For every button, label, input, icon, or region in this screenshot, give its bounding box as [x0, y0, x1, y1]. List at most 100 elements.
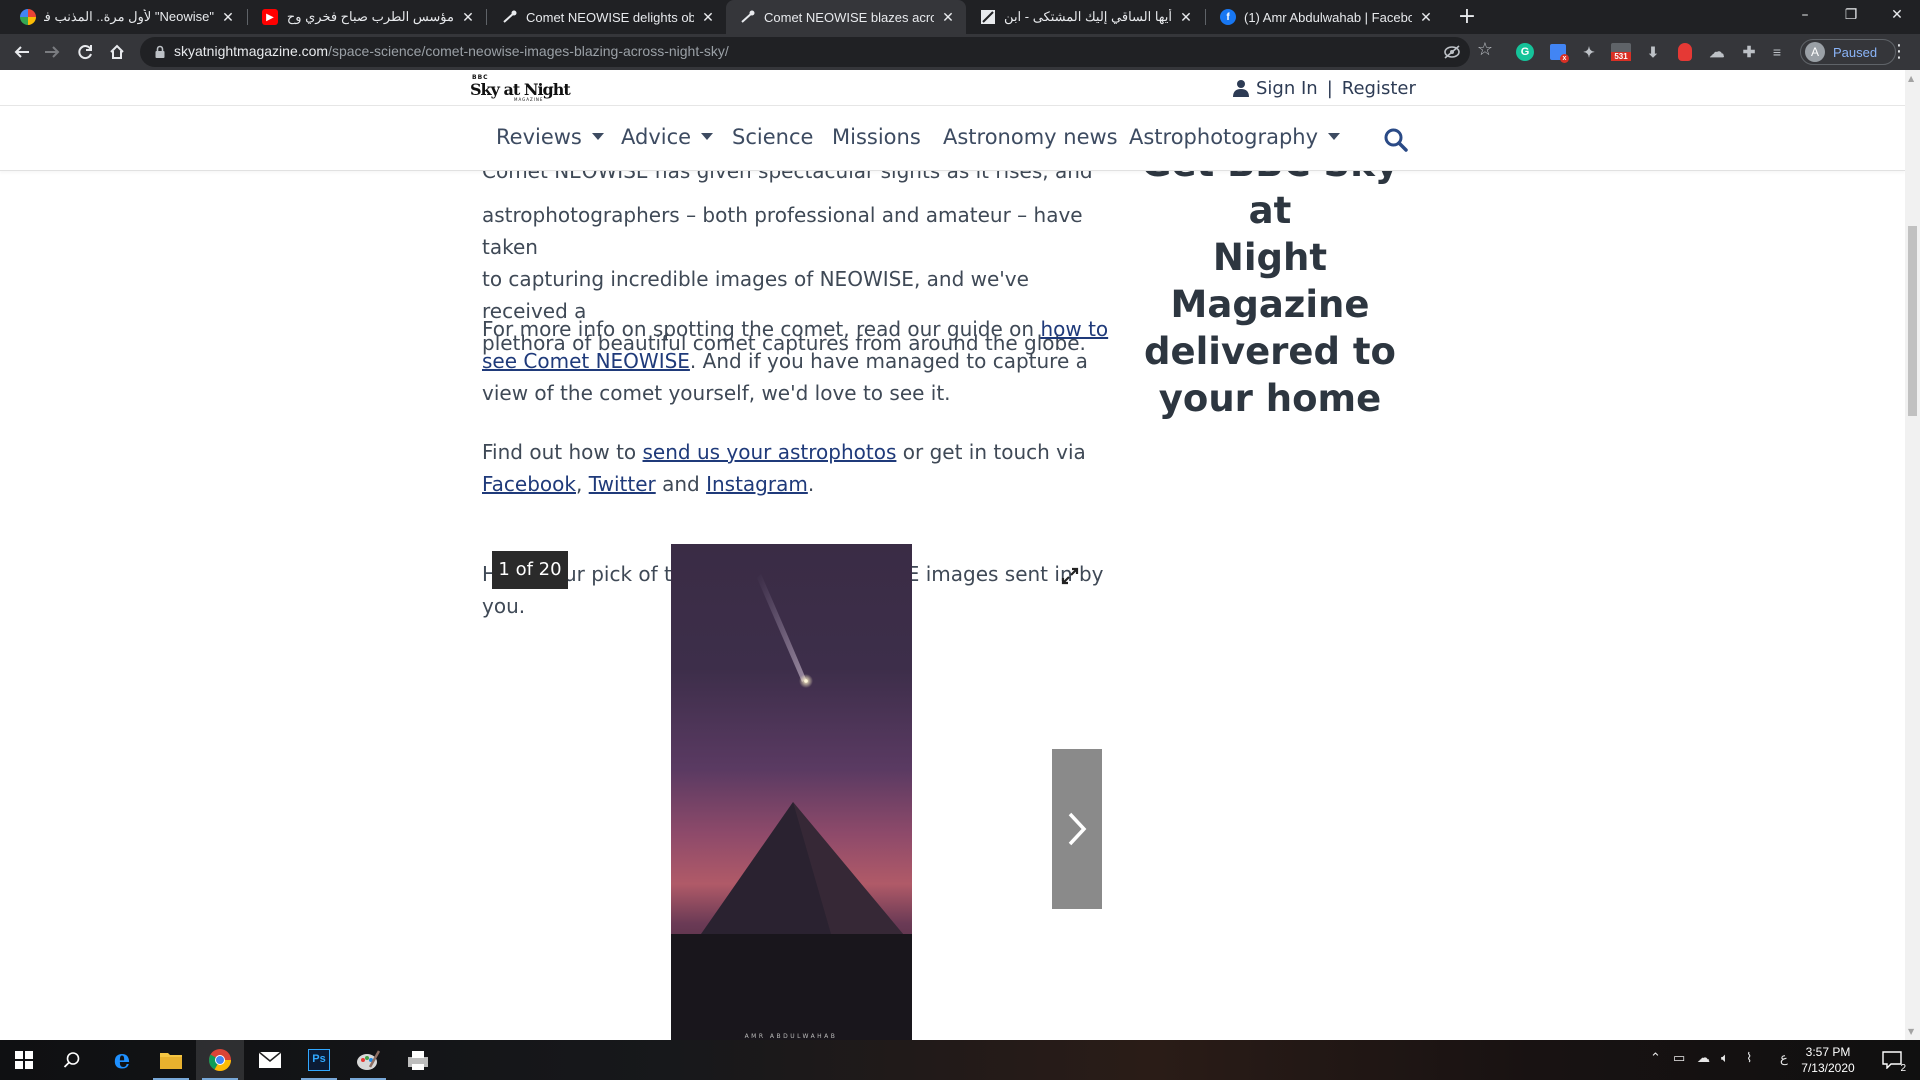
onedrive-cloud-icon[interactable]: ☁: [1697, 1050, 1710, 1066]
nav-item-missions[interactable]: Missions: [832, 125, 921, 149]
dropbox-extension-icon[interactable]: ✦: [1578, 41, 1600, 63]
chevron-right-icon: [1068, 812, 1087, 846]
close-tab-icon[interactable]: ✕: [220, 9, 236, 26]
nav-item-science[interactable]: Science: [732, 125, 813, 149]
close-tab-icon[interactable]: ✕: [460, 9, 476, 26]
extensions-puzzle-icon[interactable]: ✚: [1738, 41, 1760, 63]
photo-credit: AMR ABDULWAHAB: [745, 1033, 838, 1040]
close-tab-icon[interactable]: ✕: [1178, 9, 1194, 26]
tab-comet-delights[interactable]: Comet NEOWISE delights observ ✕: [488, 0, 726, 34]
scroll-up-icon[interactable]: ▲: [1908, 74, 1914, 83]
register-link[interactable]: Register: [1342, 78, 1416, 99]
expand-fullscreen-icon[interactable]: [1060, 566, 1080, 586]
promo-line: Magazine: [1170, 283, 1370, 326]
nav-item-reviews[interactable]: Reviews: [496, 125, 604, 149]
paragraph-text: and: [655, 472, 707, 496]
scroll-down-icon[interactable]: ▼: [1908, 1027, 1914, 1036]
start-windows-icon[interactable]: [0, 1040, 48, 1080]
sidebar-promo-clip: Get BBC Sky at Night Magazine delivered …: [1130, 171, 1410, 471]
lock-icon[interactable]: [152, 44, 168, 60]
article-paragraph-partial: Comet NEOWISE has given spectacular sigh…: [482, 169, 1093, 183]
comet-favicon-icon: [740, 9, 756, 25]
tab-facebook[interactable]: f (1) Amr Abdulwahab | Facebook ✕: [1206, 0, 1444, 34]
tab-arabic-poem[interactable]: أيها الساقي إليك المشتكى - ابن زه ✕: [966, 0, 1204, 34]
tracking-blocked-icon[interactable]: [1442, 42, 1462, 62]
tab-neowise-arabic[interactable]: "Neowise" لأول مرة.. المذنب في س ✕: [6, 0, 246, 34]
chrome-browser-icon[interactable]: [196, 1040, 244, 1080]
close-tab-icon[interactable]: ✕: [940, 9, 956, 26]
gallery-next-button[interactable]: [1052, 749, 1102, 909]
restore-window-icon[interactable]: ❐: [1828, 0, 1874, 30]
main-navigation: Reviews Advice Science Missions Astronom…: [0, 107, 1905, 171]
download-extension-icon[interactable]: ⬇: [1642, 41, 1664, 63]
printer-app-icon[interactable]: [394, 1040, 442, 1080]
scrollbar-thumb[interactable]: [1908, 226, 1917, 416]
search-icon[interactable]: [1383, 127, 1409, 153]
close-tab-icon[interactable]: ✕: [700, 9, 716, 26]
cloud-extension-icon[interactable]: ☁: [1706, 41, 1728, 63]
nav-label: Missions: [832, 125, 921, 149]
volume-icon[interactable]: 🔈︎: [1721, 1050, 1729, 1066]
close-tab-icon[interactable]: ✕: [1418, 9, 1434, 26]
gallery-photo[interactable]: AMR ABDULWAHAB: [671, 544, 912, 1040]
edge-browser-icon[interactable]: e: [98, 1040, 146, 1080]
tab-title: أيها الساقي إليك المشتكى - ابن زه: [1004, 9, 1172, 24]
nav-item-astrophotography[interactable]: Astrophotography: [1129, 125, 1341, 149]
search-icon[interactable]: [48, 1040, 96, 1080]
tab-title: Comet NEOWISE blazes across th: [764, 9, 934, 25]
action-center-icon[interactable]: 2: [1872, 1040, 1912, 1080]
paint-app-icon[interactable]: [344, 1040, 392, 1080]
browser-menu-icon[interactable]: ⋮: [1888, 41, 1910, 63]
nav-label: Science: [732, 125, 814, 149]
profile-button[interactable]: A Paused: [1800, 39, 1896, 65]
article-paragraph-2: For more info on spotting the comet, rea…: [482, 313, 1112, 409]
show-hidden-icons-icon[interactable]: ⌃: [1650, 1050, 1661, 1066]
mail-icon[interactable]: [246, 1040, 294, 1080]
instagram-link[interactable]: Instagram: [706, 472, 808, 496]
counter-extension-icon[interactable]: 531: [1610, 41, 1632, 63]
forward-button[interactable]: [38, 38, 66, 66]
caret-down-icon: [591, 132, 604, 140]
url-text[interactable]: skyatnightmagazine.com/space-science/com…: [174, 43, 729, 59]
account-separator: |: [1326, 77, 1333, 99]
bookmark-star-icon[interactable]: ☆: [1475, 39, 1495, 60]
minimize-window-icon[interactable]: –: [1782, 0, 1828, 30]
page-scrollbar[interactable]: ▲ ▼: [1905, 70, 1920, 1040]
subscribe-promo-heading[interactable]: Get BBC Sky at Night Magazine delivered …: [1130, 171, 1410, 422]
calendar-extension-icon[interactable]: x: [1547, 41, 1569, 63]
avatar: A: [1805, 42, 1825, 62]
twitter-link[interactable]: Twitter: [589, 472, 656, 496]
browser-tab-strip: "Neowise" لأول مرة.. المذنب في س ✕ ▶ مؤس…: [0, 0, 1920, 34]
nav-item-advice[interactable]: Advice: [621, 125, 714, 149]
reload-button[interactable]: [71, 38, 99, 66]
back-button[interactable]: [8, 38, 36, 66]
comet-over-pyramid-image: AMR ABDULWAHAB: [671, 544, 912, 1040]
new-tab-button[interactable]: +: [1454, 4, 1480, 30]
file-explorer-icon[interactable]: [147, 1040, 195, 1080]
wifi-network-icon[interactable]: ⌇: [1746, 1050, 1752, 1066]
nav-item-astronomy-news[interactable]: Astronomy news: [943, 125, 1118, 149]
sign-in-link[interactable]: Sign In: [1256, 78, 1318, 99]
tab-comet-blazes-active[interactable]: Comet NEOWISE blazes across th ✕: [726, 0, 966, 34]
grammarly-extension-icon[interactable]: G: [1514, 41, 1536, 63]
tab-sabah-fakhri[interactable]: ▶ مؤسس الطرب صباح فخري وح ✕: [248, 0, 486, 34]
user-icon: [1233, 80, 1249, 97]
sky-at-night-logo[interactable]: BBC Sky at Night MAGAZINE: [470, 74, 571, 102]
facebook-link[interactable]: Facebook: [482, 472, 576, 496]
address-bar[interactable]: skyatnightmagazine.com/space-science/com…: [140, 37, 1470, 67]
paragraph-line: astrophotographers – both professional a…: [482, 203, 1083, 259]
network-device-icon[interactable]: ▭: [1673, 1050, 1685, 1066]
nav-label: Astronomy news: [943, 125, 1118, 149]
system-clock[interactable]: 3:57 PM 7/13/2020: [1786, 1044, 1870, 1076]
photoshop-icon[interactable]: Ps: [295, 1040, 343, 1080]
close-window-icon[interactable]: ✕: [1874, 0, 1920, 30]
promo-line: your home: [1158, 377, 1382, 420]
tab-title: Comet NEOWISE delights observ: [526, 9, 694, 25]
image-gallery: AMR ABDULWAHAB 1 of 20: [482, 544, 1102, 1040]
send-astrophotos-link[interactable]: send us your astrophotos: [643, 440, 897, 464]
adblock-extension-icon[interactable]: [1674, 41, 1696, 63]
chrome-favicon-icon: [20, 9, 36, 25]
home-button[interactable]: [103, 38, 131, 66]
media-queue-icon[interactable]: ≡: [1766, 41, 1788, 63]
url-path: /space-science/comet-neowise-images-blaz…: [328, 43, 729, 59]
